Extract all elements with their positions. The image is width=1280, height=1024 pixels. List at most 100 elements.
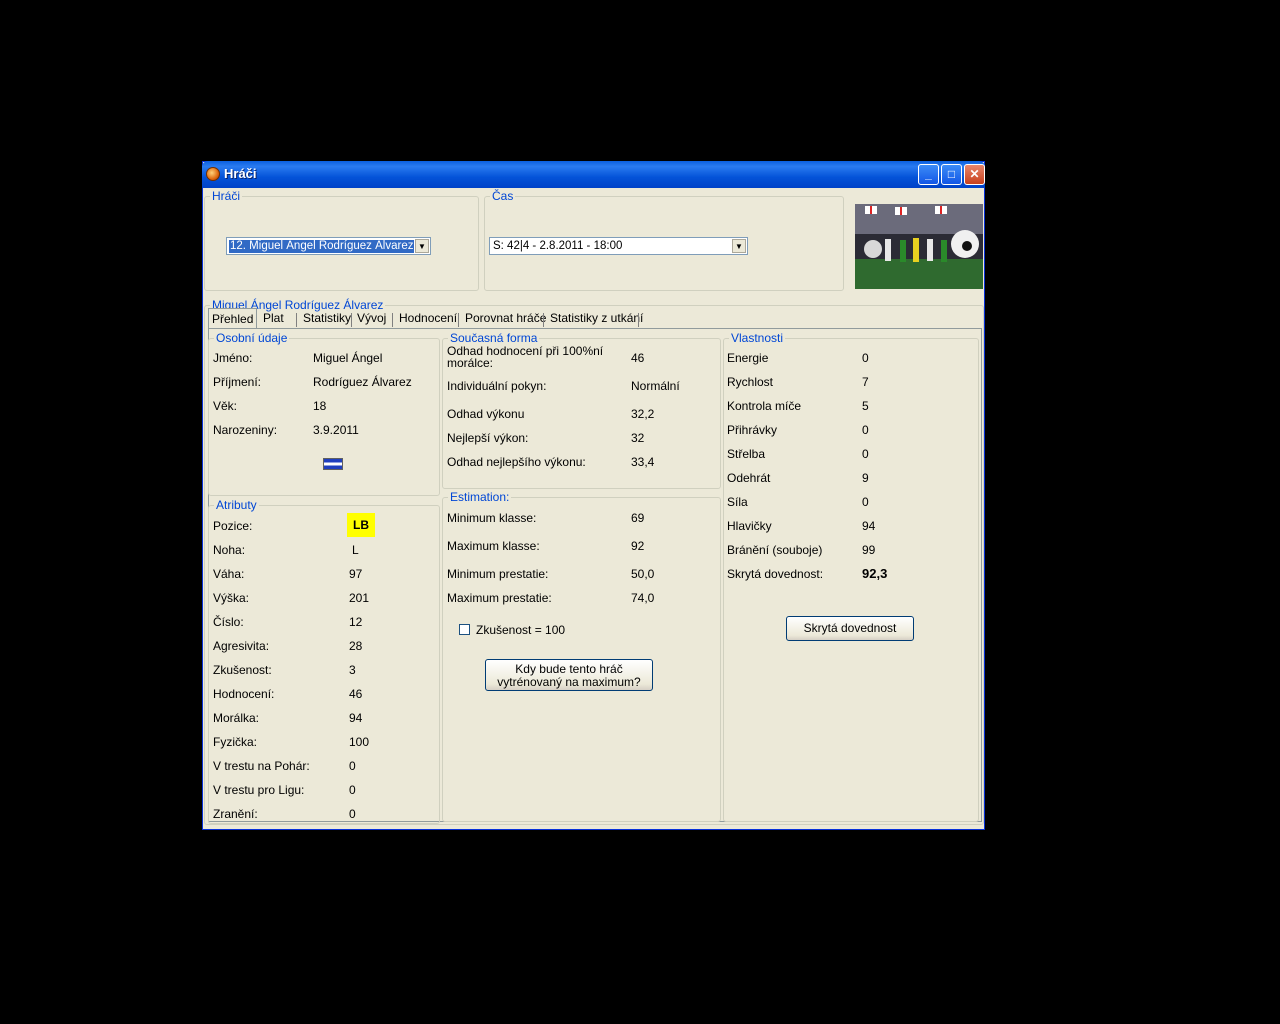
minimize-icon: _ [925, 167, 932, 181]
close-button[interactable]: ✕ [964, 164, 985, 185]
time-select-value: S: 42|4 - 2.8.2011 - 18:00 [493, 240, 623, 252]
tab-separator [351, 313, 352, 327]
close-icon: ✕ [969, 167, 980, 181]
tab-separator [638, 313, 639, 327]
attr-label: Fyzička: [213, 735, 258, 749]
attr-label: V trestu na Pohár: [213, 759, 310, 773]
chevron-down-icon[interactable]: ▼ [732, 239, 746, 253]
form-label: Odhad hodnocení při 100%ní morálce: [447, 345, 603, 369]
attr-value: 3 [349, 663, 356, 677]
tab-porovnat-hrace[interactable]: Porovnat hráče [462, 311, 549, 328]
tab-separator [296, 313, 297, 327]
form-label-line2: morálce: [447, 356, 494, 370]
skill-value: 9 [862, 471, 869, 485]
skill-value: 0 [862, 447, 869, 461]
estimation-legend: Estimation: [450, 490, 510, 504]
players-window: Hráči _ □ ✕ Hráči 12. Miguel Ángel Rodrí… [202, 161, 985, 830]
last-name-label: Příjmení: [213, 375, 262, 389]
skill-value: 0 [862, 495, 869, 509]
tab-separator [543, 313, 544, 327]
players-legend: Hráči [212, 189, 241, 203]
form-label: Odhad nejlepšího výkonu: [447, 455, 586, 469]
birthday-label: Narozeniny: [213, 423, 278, 437]
tab-vyvoj[interactable]: Vývoj [354, 311, 389, 328]
last-name-value: Rodríguez Álvarez [313, 375, 412, 389]
estimation-value: 69 [631, 511, 645, 525]
attr-value: 100 [349, 735, 370, 749]
minimize-button[interactable]: _ [918, 164, 939, 185]
skill-label: Energie [727, 351, 769, 365]
attr-label: Noha: [213, 543, 246, 557]
form-value: 46 [631, 351, 645, 365]
skill-value: 0 [862, 423, 869, 437]
birthday-value: 3.9.2011 [313, 423, 359, 437]
skill-value: 94 [862, 519, 876, 533]
attr-value: 12 [349, 615, 363, 629]
attr-value: 94 [349, 711, 363, 725]
attr-value: L [352, 543, 359, 557]
tab-separator [392, 313, 393, 327]
skill-label: Síla [727, 495, 748, 509]
estimation-label: Maximum klasse: [447, 539, 540, 553]
tab-statistiky[interactable]: Statistiky [300, 311, 354, 328]
estimation-label: Minimum prestatie: [447, 567, 549, 581]
estimation-value: 50,0 [631, 567, 655, 581]
position-badge: LB [347, 513, 375, 537]
skill-label: Bránění (souboje) [727, 543, 823, 557]
attr-label: Agresivita: [213, 639, 270, 653]
tab-statistiky-z-utkani[interactable]: Statistiky z utkání [547, 311, 646, 328]
attr-value: 0 [349, 759, 356, 773]
attributes-legend: Atributy [216, 498, 257, 512]
form-legend: Současná forma [450, 331, 538, 345]
position-label: Pozice: [213, 519, 253, 533]
title-bar[interactable]: Hráči _ □ ✕ [202, 161, 985, 188]
first-name-label: Jméno: [213, 351, 253, 365]
skill-label: Hlavičky [727, 519, 772, 533]
attr-label: Zkušenost: [213, 663, 272, 677]
age-label: Věk: [213, 399, 238, 413]
hidden-skill-button[interactable]: Skrytá dovednost [786, 616, 914, 641]
experience-checkbox[interactable] [459, 624, 470, 635]
attr-label: Váha: [213, 567, 245, 581]
estimation-label: Maximum prestatie: [447, 591, 552, 605]
attr-label: Morálka: [213, 711, 260, 725]
attr-value: 201 [349, 591, 370, 605]
skill-value: 0 [862, 351, 869, 365]
maximize-icon: □ [947, 167, 956, 181]
attr-label: V trestu pro Ligu: [213, 783, 305, 797]
form-value: 32 [631, 431, 645, 445]
app-icon [206, 167, 220, 181]
skill-label: Kontrola míče [727, 399, 802, 413]
tab-hodnoceni[interactable]: Hodnocení [396, 311, 460, 328]
time-select[interactable]: S: 42|4 - 2.8.2011 - 18:00 ▼ [489, 237, 748, 255]
skill-value: 5 [862, 399, 869, 413]
skill-label: Rychlost [727, 375, 774, 389]
attr-label: Číslo: [213, 615, 244, 629]
attr-value: 46 [349, 687, 363, 701]
estimation-value: 92 [631, 539, 645, 553]
hidden-skill-label: Skrytá dovednost: [727, 567, 824, 581]
form-label: Odhad výkonu [447, 407, 525, 421]
attr-value: 0 [349, 807, 356, 821]
skills-legend: Vlastnosti [731, 331, 784, 345]
attr-label: Zranění: [213, 807, 258, 821]
tab-prehled[interactable]: Přehled [208, 308, 258, 329]
skill-value: 7 [862, 375, 869, 389]
player-select[interactable]: 12. Miguel Ángel Rodríguez Álvarez (LB) … [226, 237, 431, 255]
chevron-down-icon[interactable]: ▼ [415, 239, 429, 253]
form-value: 32,2 [631, 407, 655, 421]
attr-value: 28 [349, 639, 363, 653]
form-value: 33,4 [631, 455, 655, 469]
skill-label: Střelba [727, 447, 766, 461]
estimation-label: Minimum klasse: [447, 511, 537, 525]
time-legend: Čas [492, 189, 514, 203]
skill-value: 99 [862, 543, 876, 557]
attr-label: Výška: [213, 591, 250, 605]
experience-checkbox-label[interactable]: Zkušenost = 100 [476, 623, 565, 637]
maximize-button[interactable]: □ [941, 164, 962, 185]
skill-label: Přihrávky [727, 423, 778, 437]
personal-legend: Osobní údaje [216, 331, 288, 345]
when-max-trained-line2: vytrénovaný na maximum? [497, 675, 641, 689]
tab-plat[interactable]: Plat [260, 311, 287, 328]
when-max-trained-button[interactable]: Kdy bude tento hráč vytrénovaný na maxim… [485, 659, 653, 691]
